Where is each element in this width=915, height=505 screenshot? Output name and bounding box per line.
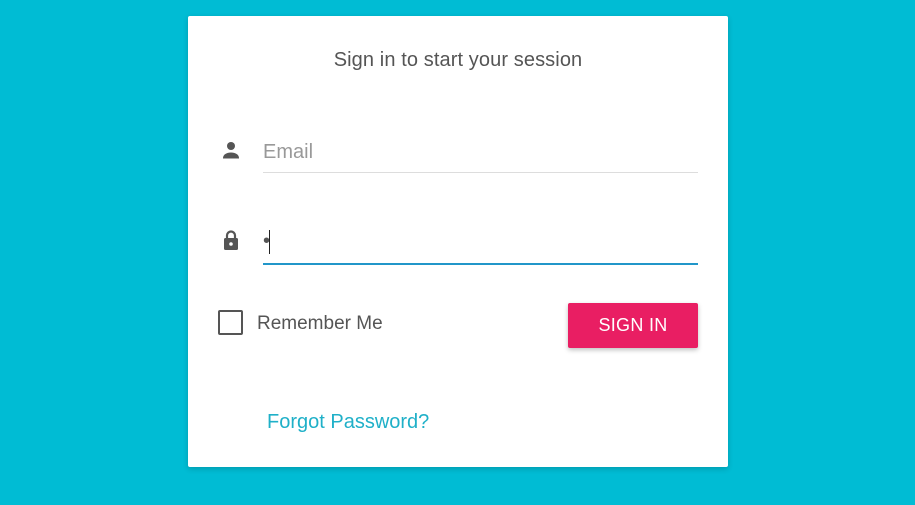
email-field[interactable] [263, 132, 698, 173]
email-input[interactable] [263, 132, 698, 172]
forgot-password-link[interactable]: Forgot Password? [267, 411, 429, 434]
sign-in-button[interactable]: SIGN IN [568, 303, 698, 348]
remember-me-checkbox[interactable] [218, 310, 243, 335]
login-card: Sign in to start your session Remember M… [188, 16, 728, 467]
login-page: Sign in to start your session Remember M… [0, 0, 915, 505]
text-caret [269, 230, 270, 254]
lock-icon [219, 228, 243, 252]
password-field[interactable] [263, 220, 698, 265]
remember-me-label[interactable]: Remember Me [257, 313, 383, 335]
page-title: Sign in to start your session [333, 49, 583, 71]
person-icon [219, 138, 243, 162]
password-input[interactable] [263, 220, 698, 263]
